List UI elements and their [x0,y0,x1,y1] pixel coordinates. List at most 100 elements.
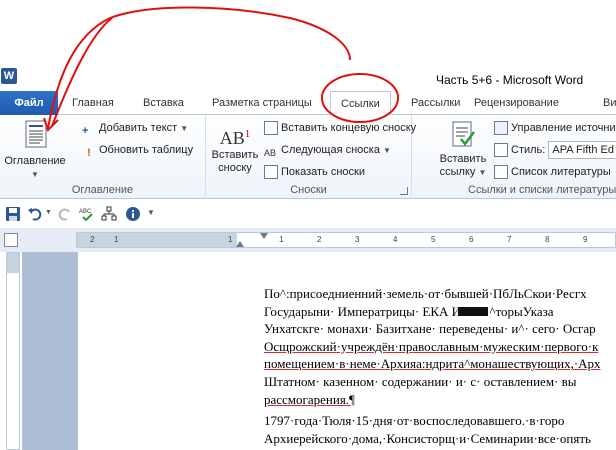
customize-toolbar-icon[interactable]: ▼ [147,208,155,217]
ribbon-tabs: Файл Главная Вставка Разметка страницы С… [0,91,616,116]
manage-sources-button[interactable]: Управление источни [494,118,616,138]
ruler-number: 2 [90,235,95,244]
text-line: Государыни· Императрицы· ЕКА ИНЫ· ^торыУ… [244,303,616,321]
text-line: 1797·года·Тюля·15·дня·от·воспоследовавше… [264,413,565,429]
next-footnote-label: Следующая сноска [281,144,380,156]
quick-access-toolbar: ▼ ABC ▼ [0,200,616,228]
next-footnote-button[interactable]: AB Следующая сноска ▼ [264,140,391,160]
vertical-ruler[interactable] [6,252,20,450]
redo-icon[interactable] [57,206,73,222]
tab-page-layout[interactable]: Разметка страницы [212,91,312,115]
ruler-number: 7 [507,235,512,244]
tab-home[interactable]: Главная [72,91,114,115]
text-line: По^:присоедниенний·земель·от·бывшей·ПбЛь… [264,286,587,301]
show-notes-label: Показать сноски [281,166,365,178]
bibliography-icon [494,165,508,180]
insert-citation-button[interactable]: Вставить ссылку ▼ [434,119,492,179]
tab-view[interactable]: Ви [603,91,616,115]
toc-group-label: Оглавление [71,184,134,196]
text-line: Унхатскге· монахи· Базитхане· переведены… [264,321,596,337]
text-line: рассмогарения.¶ [264,391,355,407]
chevron-down-icon: ▼ [478,168,487,177]
ruler-number: 1 [228,235,233,244]
spellcheck-icon[interactable]: ABC [79,206,95,222]
tab-insert[interactable]: Вставка [143,91,184,115]
toc-button[interactable]: Оглавление ▼ [4,119,66,181]
ruler-number: 8 [545,235,550,244]
footnotes-group-label: Сноски [290,184,327,196]
text-line: Архиерейского·дома,·Консисторщ·и·Семинар… [264,430,591,446]
manage-sources-label: Управление источни [511,122,616,134]
citations-group-label: Ссылки и списки литературы [468,184,616,196]
hanging-indent-marker[interactable] [236,241,244,247]
ab-glyph: AB [219,128,245,148]
insert-endnote-button[interactable]: Вставить концевую сноску [264,118,416,138]
chevron-down-icon: ▼ [180,124,189,133]
update-table-button[interactable]: ! Обновить таблицу [82,140,193,160]
save-icon[interactable] [5,206,21,222]
tab-selector[interactable] [4,233,18,247]
vertical-ruler-top-margin [7,253,19,273]
chevron-down-icon: ▼ [383,146,391,155]
citation-icon [452,121,475,147]
ruler-number: 9 [583,235,588,244]
paragraph-2: 1797·года·Тюля·15·дня·от·воспоследовавше… [244,412,616,447]
ruler-number: 6 [469,235,474,244]
endnote-icon [264,121,278,136]
tab-file[interactable]: Файл [0,91,58,115]
dialog-launcher-icon[interactable] [400,187,408,195]
undo-icon[interactable] [27,206,43,222]
first-line-indent-marker[interactable] [260,233,268,239]
hierarchy-icon[interactable] [101,206,117,222]
window-title: Часть 5+6 - Microsoft Word [436,73,584,87]
svg-text:ABC: ABC [79,209,92,215]
paragraph-1: По^:присоедниенний·земель·от·бывшей·ПбЛь… [244,285,616,408]
add-text-icon: + [82,125,89,138]
add-text-label: Добавить текст [99,122,178,134]
undo-dropdown-icon[interactable]: ▼ [45,209,52,216]
chevron-down-icon: ▼ [31,170,39,179]
tab-mailings[interactable]: Рассылки [411,91,460,115]
insert-citation-label-2: ссылку ▼ [434,166,492,179]
ruler-number: 3 [355,235,360,244]
bibliography-label: Список литературы [511,166,611,178]
add-text-button[interactable]: + Добавить текст ▼ [82,118,188,138]
show-notes-button[interactable]: Показать сноски [264,162,365,182]
next-footnote-icon: AB [264,148,277,159]
manage-sources-icon [494,121,508,136]
text-line: Штатном· казенном· содержании· и· с· ост… [264,373,577,389]
ruler-number: 4 [393,235,398,244]
show-notes-icon [264,165,278,180]
style-icon [494,143,508,158]
ribbon: Оглавление ▼ + Добавить текст ▼ ! Обновить… [0,115,616,199]
text-line-content: Государыни· Императрицы· ЕКА ИНЫ· ^торыУ… [264,303,554,319]
horizontal-ruler[interactable]: 1 2 1 1 2 3 4 5 6 7 8 9 [76,232,616,248]
title-bar: W Часть 5+6 - Microsoft Word [0,0,616,91]
bibliography-button[interactable]: Список литературы [494,162,611,182]
style-selector: Стиль: APA Fifth Ed [494,140,616,160]
toc-icon [25,120,47,148]
update-table-label: Обновить таблицу [99,144,194,156]
ruler-left-margin [77,233,237,247]
word-app-icon[interactable]: W [1,68,17,84]
info-icon[interactable] [125,206,141,222]
insert-footnote-button[interactable]: AB1 Вставить сноску [208,123,262,175]
toc-button-label: Оглавление [4,155,66,167]
redaction-block [458,306,488,316]
ruler-number: 5 [431,235,436,244]
citations-group: Вставить ссылку ▼ Управление источни Сти… [412,115,616,199]
tab-review[interactable]: Рецензирование [474,91,559,115]
insert-footnote-label-1: Вставить [211,149,259,161]
text-line: Осщрожский·учреждён·православным·мужески… [264,338,599,354]
ruler-row: 1 2 1 1 2 3 4 5 6 7 8 9 [0,228,616,252]
ruler-number: 2 [317,235,322,244]
style-dropdown[interactable]: APA Fifth Ed [548,141,616,160]
insert-footnote-label-2: сноску [218,162,252,174]
insert-citation-label-1: Вставить [439,153,487,165]
ab-sup: 1 [244,128,251,140]
document-body[interactable]: По^:присоедниенний·земель·от·бывшей·ПбЛь… [244,285,616,447]
text-line: помещением·в·неме·Архияа:ндрита^монашест… [264,356,601,372]
style-label: Стиль: [511,144,546,156]
footnotes-group: AB1 Вставить сноску Вставить концевую сн… [206,115,416,199]
tab-references[interactable]: Ссылки [330,91,391,116]
